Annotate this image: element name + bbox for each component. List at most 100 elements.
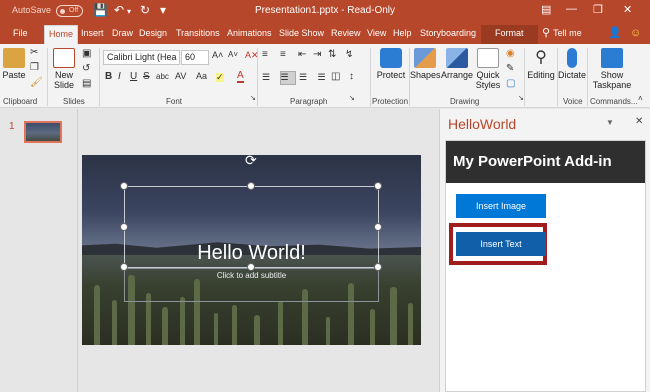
insert-text-button[interactable]: Insert Text [456,232,546,256]
tab-review[interactable]: Review [331,25,361,44]
shape-effects-icon[interactable]: ▢ [506,78,515,89]
quick-styles-label-2: Styles [475,80,501,90]
slide-subtitle[interactable]: Click to add subtitle [82,271,421,280]
tab-design[interactable]: Design [139,25,167,44]
font-dialog-launcher-icon[interactable]: ↘ [250,94,256,102]
font-name-combo[interactable]: Calibri Light (Hea [103,50,180,65]
collapse-ribbon-icon[interactable]: ˄ [638,94,643,103]
quick-styles-icon [477,48,499,68]
section-icon[interactable]: ▤ [82,78,91,89]
slide-title[interactable]: Hello World! [82,242,421,265]
drawing-dialog-launcher-icon[interactable]: ↘ [518,94,524,102]
new-slide-button[interactable]: New Slide [51,48,77,90]
shapes-button[interactable]: Shapes [410,48,441,80]
paste-button[interactable]: Paste [2,48,26,80]
align-left-icon[interactable]: ☰ [261,71,277,85]
share-icon[interactable]: 👤 [608,25,622,44]
italic-button[interactable]: I [118,71,121,82]
copy-icon[interactable]: ❐ [30,62,39,73]
shrink-font-icon[interactable]: A˅ [228,50,238,59]
task-pane-title: HelloWorld [448,116,517,132]
tab-storyboarding[interactable]: Storyboarding [420,25,476,44]
change-case-button[interactable]: Aa [196,71,207,81]
quick-styles-button[interactable]: Quick Styles [474,48,502,90]
tab-slide-show[interactable]: Slide Show [279,25,324,44]
smiley-feedback-icon[interactable]: ☺ [630,25,641,44]
align-center-icon[interactable]: ☰ [279,71,296,85]
task-pane-options-icon[interactable]: ▼ [606,118,614,127]
arrange-label: Arrange [441,70,474,80]
font-color-button[interactable]: A [237,71,244,83]
group-paragraph: Paragraph [290,97,328,106]
restore-icon[interactable]: ❐ [593,3,603,16]
tab-help[interactable]: Help [393,25,412,44]
cut-icon[interactable]: ✂ [30,47,38,58]
group-font: Font [166,97,183,106]
quick-styles-label-1: Quick [476,70,500,80]
resize-handle-right[interactable] [374,223,382,231]
minimize-icon[interactable]: — [566,3,577,15]
protect-button[interactable]: Protect [373,48,409,80]
tab-format[interactable]: Format [481,25,538,44]
columns-icon[interactable]: ◫ [331,71,340,82]
close-icon[interactable]: ✕ [623,3,632,16]
paste-label: Paste [2,70,26,80]
ribbon-display-icon[interactable]: ▤ [541,3,551,16]
resize-handle-bottom-left[interactable] [120,263,128,271]
resize-handle-bottom[interactable] [247,263,255,271]
tell-me-search[interactable]: ⚲ Tell me [542,25,582,44]
layout-icon[interactable]: ▣ [82,48,91,59]
group-slides: Slides [63,97,85,106]
editing-button[interactable]: ⚲ Editing [526,48,556,80]
tab-insert[interactable]: Insert [81,25,104,44]
bold-button[interactable]: B [105,71,112,82]
shapes-label: Shapes [410,70,441,80]
reset-icon[interactable]: ↺ [82,63,90,74]
insert-image-button[interactable]: Insert Image [456,194,546,218]
align-text-icon[interactable]: ↕ [349,71,354,82]
font-size-combo[interactable]: 60 [181,50,209,65]
grow-font-icon[interactable]: A˄ [212,50,223,60]
show-taskpane-button[interactable]: Show Taskpane [590,48,634,90]
slide-thumbnail[interactable] [24,121,62,143]
format-painter-icon[interactable]: 🖌 [30,77,43,88]
shape-fill-icon[interactable]: ◉ [506,48,515,59]
text-direction-icon[interactable]: ↯ [345,49,353,60]
dictate-label: Dictate [558,70,587,80]
task-pane-close-icon[interactable]: ✕ [635,116,643,127]
align-right-icon[interactable]: ☰ [298,71,314,85]
tab-animations[interactable]: Animations [227,25,272,44]
rotate-handle-icon[interactable]: ⟳ [245,152,257,169]
strikethrough-button[interactable]: S [143,71,150,82]
underline-button[interactable]: U [130,71,137,82]
shape-outline-icon[interactable]: ✎ [506,63,514,74]
dictate-button[interactable]: Dictate [558,48,586,80]
editing-label: Editing [527,70,555,80]
bullets-icon[interactable]: ≡ [262,49,268,60]
group-drawing: Drawing [450,97,480,106]
slide[interactable]: Hello World! Click to add subtitle [82,155,421,345]
shapes-icon [414,48,436,68]
arrange-button[interactable]: Arrange [441,48,473,80]
increase-indent-icon[interactable]: ⇥ [313,49,321,60]
title-bar: AutoSave Off 💾 ↶ ▾ ↻ ▾ Presentation1.ppt… [0,0,650,22]
tab-home[interactable]: Home [44,25,79,44]
numbering-icon[interactable]: ≡ [280,49,286,60]
shadow-button[interactable]: abc [156,72,169,81]
tab-draw[interactable]: Draw [112,25,133,44]
microphone-icon [567,48,577,68]
line-spacing-icon[interactable]: ⇅ [328,49,336,60]
group-commands: Commands... [590,97,638,106]
resize-handle-bottom-right[interactable] [374,263,382,271]
tab-file[interactable]: File [13,25,28,44]
resize-handle-top-left[interactable] [120,182,128,190]
highlight-icon[interactable]: ✓ [216,73,224,82]
character-spacing-button[interactable]: AV [175,71,186,81]
tab-view[interactable]: View [367,25,386,44]
decrease-indent-icon[interactable]: ⇤ [298,49,306,60]
resize-handle-top-right[interactable] [374,182,382,190]
tab-transitions[interactable]: Transitions [176,25,220,44]
resize-handle-top[interactable] [247,182,255,190]
resize-handle-left[interactable] [120,223,128,231]
paragraph-dialog-launcher-icon[interactable]: ↘ [349,94,355,102]
